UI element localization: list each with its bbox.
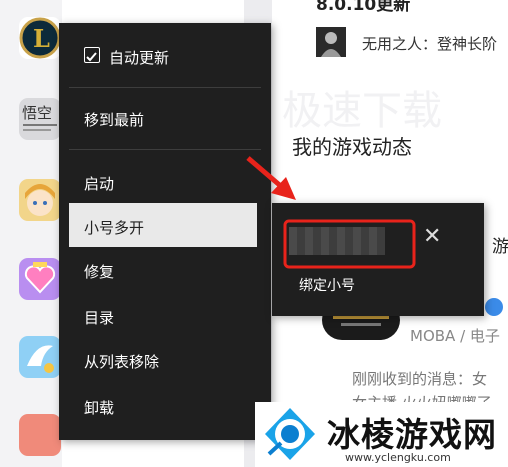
site-banner: 冰棱游戏网 www.yclengku.com xyxy=(255,402,508,467)
site-name: 冰棱游戏网 xyxy=(327,415,497,454)
arrow-shaft xyxy=(246,156,285,190)
site-logo-icon xyxy=(265,408,315,460)
highlight-box xyxy=(283,219,416,269)
annotation-overlay xyxy=(246,156,416,269)
site-url: www.yclengku.com xyxy=(345,451,451,464)
